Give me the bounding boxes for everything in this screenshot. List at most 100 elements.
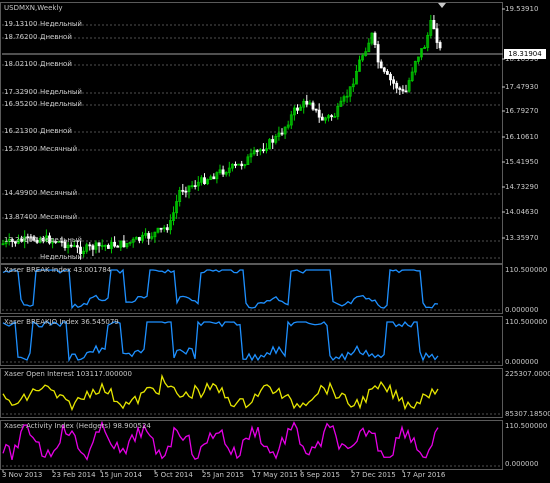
candle-body (404, 90, 408, 93)
price-axis-label: 13.35970 (505, 234, 539, 242)
level-value: 14.49900 (4, 189, 38, 197)
candle-body (113, 241, 116, 247)
indicator2-axis-min: 0.000000 (505, 358, 539, 366)
candle-body (116, 245, 120, 248)
candle-body (296, 107, 299, 111)
candle-body (137, 237, 141, 241)
candle-body (193, 185, 197, 187)
price-chart[interactable] (0, 0, 550, 483)
price-axis-label: 16.79270 (505, 107, 539, 115)
candle-body (91, 245, 95, 250)
level-value: 13.87400 (4, 213, 38, 221)
candle-body (392, 79, 396, 84)
candle-body (398, 87, 402, 90)
time-axis-label: 5 Oct 2014 (154, 471, 193, 479)
indicator3-axis-max: 225307.000000 (505, 370, 550, 378)
time-axis-label: 23 Feb 2014 (52, 471, 96, 479)
candle-body (184, 190, 188, 193)
candle-body (122, 240, 126, 248)
candle-body (159, 227, 163, 230)
price-axis-label: 14.04630 (505, 208, 539, 216)
candle-body (389, 73, 392, 81)
candle-body (401, 89, 405, 92)
indicator3-line (2, 373, 439, 412)
indicator1-axis-min: 0.000000 (505, 306, 539, 314)
candle-body (255, 150, 259, 153)
level-label: Недельный (40, 100, 82, 108)
current-price-badge: 18.31904 (504, 49, 546, 59)
indicator1-line (2, 268, 439, 310)
candle-body (382, 67, 386, 72)
indicator1-axis-max: 110.500000 (505, 266, 548, 274)
candle-body (379, 61, 383, 69)
level-label: Месячный (40, 189, 78, 197)
candle-body (330, 115, 334, 118)
candle-body (181, 189, 185, 192)
candle-body (317, 109, 321, 118)
level-value: 16.21300 (4, 127, 38, 135)
candle-body (305, 100, 309, 105)
indicator2-axis-max: 110.500000 (505, 318, 548, 326)
candle-body (203, 177, 206, 185)
time-axis-label: 15 Jun 2014 (100, 471, 143, 479)
level-value: 15.73900 (4, 145, 38, 153)
price-axis-label: 15.41950 (505, 158, 539, 166)
level-label: Дневной (40, 60, 72, 68)
candle-body (147, 233, 151, 239)
time-axis-label: 3 Nov 2013 (2, 471, 43, 479)
level-label: Недельный (40, 20, 82, 28)
level-label: Недельный (40, 88, 82, 96)
level-value: 19.13100 (4, 20, 38, 28)
candle-body (314, 108, 318, 111)
indicator3-title: Xaser Open Interest 103117.000000 (4, 370, 132, 378)
candle-body (438, 42, 442, 49)
level-value: 18.76200 (4, 33, 38, 41)
candle-body (69, 244, 73, 247)
candle-body (320, 116, 324, 121)
level-value: 16.95200 (4, 100, 38, 108)
level-label: Недельный (40, 236, 82, 244)
candle-body (280, 132, 284, 135)
indicator4-title: Xaser Activity Index (Hedgers) 98.900524 (4, 422, 151, 430)
candle-body (97, 242, 101, 247)
time-axis-label: 17 Apr 2016 (402, 471, 446, 479)
time-axis-label: 27 Dec 2015 (351, 471, 396, 479)
candle-body (435, 28, 439, 43)
indicator3-axis-min: 85307.185000 (505, 410, 550, 418)
candle-body (165, 227, 169, 231)
candle-body (76, 245, 79, 248)
level-value: 13.20600 (4, 236, 38, 244)
level-value: 18.02100 (4, 60, 38, 68)
level-label: Дневной (40, 127, 72, 135)
indicator2-title: Xaser BREAKJO Index 36.545079 (4, 318, 119, 326)
candle-body (234, 163, 237, 166)
level-label: Месячный (40, 213, 78, 221)
candle-body (395, 82, 399, 89)
time-axis-label: 17 May 2015 (252, 471, 298, 479)
candle-body (107, 244, 110, 249)
indicator4-axis-min: 0.000000 (505, 460, 539, 468)
price-axis-label: 16.10610 (505, 133, 539, 141)
indicator4-axis-max: 110.500000 (505, 422, 548, 430)
indicator2-line (2, 320, 439, 363)
level-value: 17.32900 (4, 88, 38, 96)
price-axis-label: 19.53910 (505, 5, 539, 13)
chart-menu-triangle-icon[interactable] (438, 3, 446, 8)
candle-body (271, 139, 275, 143)
indicator1-title: Xaser BREAK Index 43.001784 (4, 266, 112, 274)
chart-symbol-title: USDMXN,Weekly (4, 4, 63, 12)
candle-body (311, 102, 315, 110)
candle-body (376, 44, 380, 63)
price-axis-label: 14.73290 (505, 183, 539, 191)
candle-body (212, 176, 216, 180)
candle-body (385, 71, 389, 75)
candle-body (261, 149, 265, 152)
level-label: Месячный (40, 145, 78, 153)
candle-body (373, 32, 377, 45)
time-axis-label: 6 Sep 2015 (300, 471, 340, 479)
candle-body (432, 20, 436, 30)
level-label: Недельный (40, 253, 82, 261)
candle-body (221, 169, 225, 175)
level-label: Дневной (40, 33, 72, 41)
candle-body (88, 244, 92, 247)
